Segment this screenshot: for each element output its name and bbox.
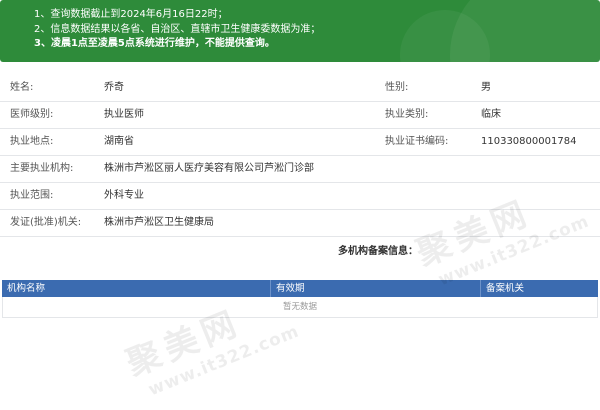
name-label: 姓名: (10, 82, 34, 93)
gender-value: 男 (481, 82, 491, 93)
notice-banner: 1、查询数据截止到2024年6月16日22时； 2、信息数据结果以各省、自治区、… (0, 0, 600, 62)
info-row-level: 医师级别: 执业医师 执业类别: 临床 (0, 102, 600, 129)
multi-institution-title: 多机构备案信息： (338, 246, 418, 257)
location-value: 湖南省 (104, 136, 134, 147)
table-header: 机构名称 有效期 备案机关 (2, 280, 598, 297)
certificate-value: 110330800001784 (481, 136, 577, 147)
certificate-label: 执业证书编码: (385, 136, 449, 147)
column-header-institution: 机构名称 (7, 283, 46, 294)
info-row-institution: 主要执业机构: 株洲市芦淞区丽人医疗美容有限公司芦淞门诊部 (0, 156, 600, 183)
category-value: 临床 (481, 109, 501, 120)
column-header-validity: 有效期 (270, 280, 480, 297)
scope-value: 外科专业 (104, 190, 144, 201)
institution-value: 株洲市芦淞区丽人医疗美容有限公司芦淞门诊部 (104, 163, 314, 174)
gender-label: 性别: (385, 82, 409, 93)
authority-label: 发证(批准)机关: (10, 217, 82, 228)
multi-institution-table: 机构名称 有效期 备案机关 暂无数据 (2, 280, 598, 318)
empty-state-text: 暂无数据 (2, 297, 598, 318)
info-row-name: 姓名: 乔奇 性别: 男 (0, 75, 600, 102)
name-value: 乔奇 (104, 82, 124, 93)
level-label: 医师级别: (10, 109, 54, 120)
watermark-url: www.it322.com (145, 321, 303, 401)
info-row-scope: 执业范围: 外科专业 (0, 183, 600, 210)
category-label: 执业类别: (385, 109, 429, 120)
doctor-info-table: 姓名: 乔奇 性别: 男 医师级别: 执业医师 执业类别: 临床 执业地点: 湖… (0, 75, 600, 237)
info-row-authority: 发证(批准)机关: 株洲市芦淞区卫生健康局 (0, 210, 600, 237)
location-label: 执业地点: (10, 136, 54, 147)
scope-label: 执业范围: (10, 190, 54, 201)
level-value: 执业医师 (104, 109, 144, 120)
info-row-location: 执业地点: 湖南省 执业证书编码: 110330800001784 (0, 129, 600, 156)
column-header-authority: 备案机关 (480, 280, 598, 297)
authority-value: 株洲市芦淞区卫生健康局 (104, 217, 214, 228)
institution-label: 主要执业机构: (10, 163, 74, 174)
